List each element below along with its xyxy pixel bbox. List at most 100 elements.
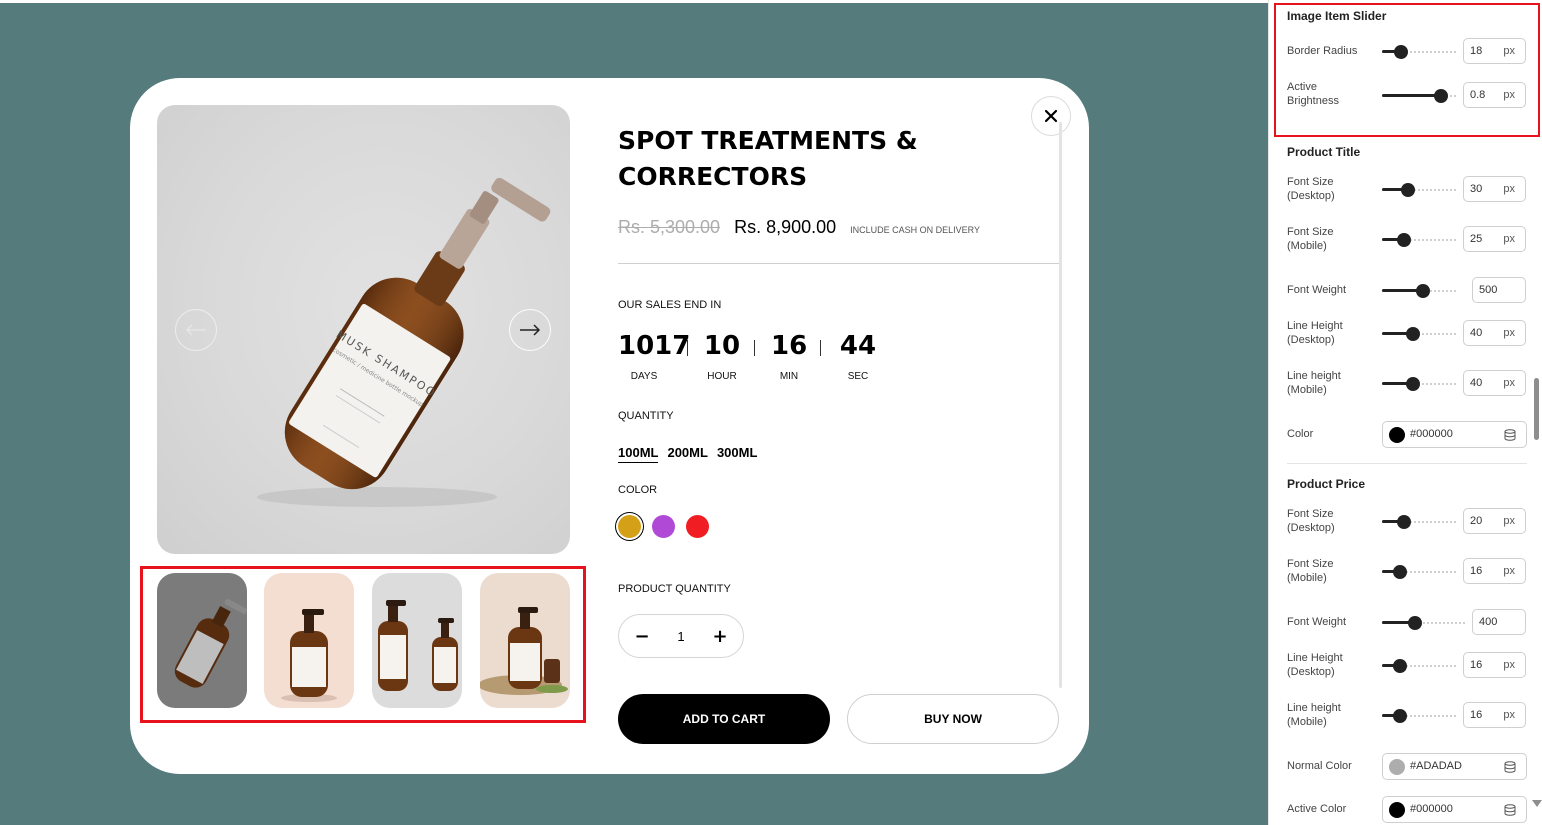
title-line-height-desktop-slider[interactable] — [1382, 327, 1456, 341]
title-font-weight-slider[interactable] — [1382, 284, 1456, 298]
price-line-height-desktop-input[interactable]: 16 px — [1463, 652, 1526, 678]
active-brightness-label: Active Brightness — [1287, 81, 1339, 107]
title-font-weight-input[interactable]: 500 — [1472, 277, 1526, 303]
scroll-down-arrow-icon[interactable] — [1532, 800, 1542, 807]
thumbnail-4[interactable] — [480, 573, 570, 708]
thumbnail-1[interactable] — [157, 573, 247, 708]
settings-highlight-box — [1274, 3, 1540, 137]
countdown-seconds-value: 44 — [839, 331, 877, 361]
countdown-hours-unit: HOUR — [707, 371, 737, 382]
countdown-separator — [687, 340, 688, 356]
unit-label: px — [1503, 183, 1515, 195]
quantity-stepper: − 1 + — [618, 614, 744, 658]
slider-knob[interactable] — [1393, 45, 1408, 59]
slider-knob[interactable] — [1397, 515, 1412, 529]
slider-knob[interactable] — [1406, 327, 1421, 341]
thumbnail-3[interactable] — [372, 573, 462, 708]
title-line-height-mobile-slider[interactable] — [1382, 377, 1456, 391]
close-button[interactable] — [1031, 96, 1071, 136]
border-radius-input[interactable]: 18 px — [1463, 38, 1526, 64]
price-font-size-desktop-input[interactable]: 20 px — [1463, 508, 1526, 534]
price-active-color-input[interactable]: #000000 — [1382, 796, 1527, 823]
slider-knob[interactable] — [1434, 89, 1449, 103]
price-font-size-mobile-slider[interactable] — [1382, 565, 1456, 579]
countdown-label: OUR SALES END IN — [618, 299, 722, 311]
countdown-minutes-value: 16 — [771, 331, 808, 361]
active-brightness-slider[interactable] — [1382, 89, 1456, 103]
color-label: COLOR — [618, 484, 658, 496]
slider-prev-button[interactable] — [175, 309, 217, 351]
title-line-height-desktop-value: 40 — [1470, 327, 1483, 339]
thumbnail-bottle-image — [480, 607, 568, 695]
countdown-hours: 10 HOUR — [702, 330, 742, 382]
price-note: INCLUDE CASH ON DELIVERY — [850, 225, 981, 235]
price-normal-color-value: #ADADAD — [1410, 760, 1462, 772]
countdown-hours-value: 10 — [703, 331, 741, 361]
size-option-200ml[interactable]: 200ML — [667, 445, 707, 463]
thumbnail-bottle-image — [378, 600, 458, 691]
quantity-value[interactable]: 1 — [677, 629, 684, 644]
price-normal-color-label: Normal Color — [1287, 760, 1352, 772]
price-font-weight-input[interactable]: 400 — [1472, 609, 1526, 635]
slider-knob[interactable] — [1400, 183, 1415, 197]
size-option-100ml[interactable]: 100ML — [618, 445, 659, 463]
slider-next-button[interactable] — [509, 309, 551, 351]
modal-scrollbar[interactable] — [1059, 122, 1062, 688]
active-brightness-value: 0.8 — [1470, 89, 1486, 101]
title-font-size-desktop-input[interactable]: 30 px — [1463, 176, 1526, 202]
color-preview-dot — [1389, 802, 1405, 818]
slider-knob[interactable] — [1392, 565, 1407, 579]
price-line-height-desktop-slider[interactable] — [1382, 659, 1456, 673]
database-icon[interactable] — [1504, 804, 1516, 819]
title-font-size-mobile-input[interactable]: 25 px — [1463, 226, 1526, 252]
title-line-height-desktop-input[interactable]: 40 px — [1463, 320, 1526, 346]
arrow-right-icon — [520, 324, 541, 336]
countdown-minutes: 16 MIN — [771, 330, 807, 382]
price-font-weight-slider[interactable] — [1382, 616, 1465, 630]
slider-knob[interactable] — [1397, 233, 1412, 247]
panel-scrollbar-thumb[interactable] — [1534, 378, 1539, 440]
active-brightness-input[interactable]: 0.8 px — [1463, 82, 1526, 108]
title-font-weight-label: Font Weight — [1287, 284, 1347, 296]
buy-now-button[interactable]: BUY NOW — [847, 694, 1059, 744]
price-old: Rs. 5,300.00 — [618, 217, 721, 237]
price-line-height-mobile-input[interactable]: 16 px — [1463, 702, 1526, 728]
product-title: SPOT TREATMENTS & CORRECTORS — [618, 126, 918, 191]
thumbnail-2[interactable] — [264, 573, 354, 708]
increase-quantity-button[interactable]: + — [711, 626, 729, 647]
price-line-height-mobile-value: 16 — [1470, 709, 1483, 721]
price-line-height-mobile-slider[interactable] — [1382, 709, 1456, 723]
price-font-size-desktop-slider[interactable] — [1382, 515, 1456, 529]
border-radius-value: 18 — [1470, 45, 1483, 57]
price-font-size-mobile-input[interactable]: 16 px — [1463, 558, 1526, 584]
unit-label: px — [1503, 565, 1515, 577]
title-line-height-mobile-label: Line height (Mobile) — [1287, 370, 1341, 396]
title-font-size-desktop-slider[interactable] — [1382, 183, 1456, 197]
color-swatch-red[interactable] — [686, 515, 709, 538]
slider-knob[interactable] — [1415, 284, 1430, 298]
border-radius-slider[interactable] — [1382, 45, 1456, 59]
countdown-days-value: 1017 — [618, 331, 691, 361]
slider-knob[interactable] — [1408, 616, 1423, 630]
price-font-size-desktop-value: 20 — [1470, 515, 1483, 527]
size-option-300ml[interactable]: 300ML — [717, 445, 757, 463]
slider-knob[interactable] — [1406, 377, 1421, 391]
unit-label: px — [1503, 327, 1515, 339]
title-color-value: #000000 — [1410, 428, 1453, 440]
title-font-size-mobile-slider[interactable] — [1382, 233, 1456, 247]
price-normal-color-input[interactable]: #ADADAD — [1382, 753, 1527, 780]
price-line-height-mobile-label: Line height (Mobile) — [1287, 702, 1341, 728]
database-icon[interactable] — [1504, 429, 1516, 444]
slider-knob[interactable] — [1392, 709, 1407, 723]
decrease-quantity-button[interactable]: − — [633, 626, 651, 647]
color-swatch-gold[interactable] — [618, 515, 641, 538]
slider-knob[interactable] — [1392, 659, 1407, 673]
add-to-cart-button[interactable]: ADD TO CART — [618, 694, 830, 744]
countdown-days-unit: DAYS — [630, 371, 658, 382]
color-swatch-purple[interactable] — [652, 515, 675, 538]
title-font-weight-value: 500 — [1479, 284, 1498, 296]
title-color-input[interactable]: #000000 — [1382, 421, 1527, 448]
database-icon[interactable] — [1504, 761, 1516, 776]
price-active-color-label: Active Color — [1287, 803, 1347, 815]
title-line-height-mobile-input[interactable]: 40 px — [1463, 370, 1526, 396]
